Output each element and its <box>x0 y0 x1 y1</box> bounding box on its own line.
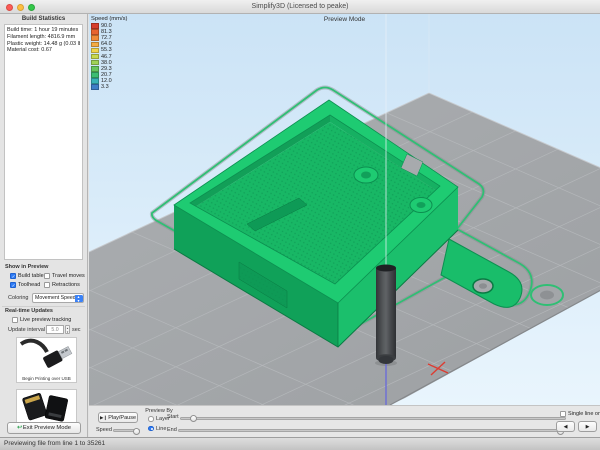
coloring-value: Movement Speed <box>35 295 76 301</box>
color-swatch <box>91 84 99 90</box>
coloring-label: Coloring <box>8 295 28 301</box>
section-divider <box>2 306 85 307</box>
color-swatch <box>91 29 99 35</box>
stat-filament-length: Filament length: 4816.9 mm <box>7 34 80 41</box>
speed-legend: Speed (mm/s) 90.0 81.3 72.7 64.0 55.3 46… <box>91 16 127 90</box>
end-slider-label: End <box>167 427 177 433</box>
coloring-dropdown[interactable]: Movement Speed ▴▾ <box>32 293 84 303</box>
color-swatch <box>91 78 99 84</box>
start-slider-knob[interactable] <box>190 415 197 422</box>
step-forward-button[interactable]: ▶ <box>578 421 597 432</box>
status-bar: Previewing file from line 1 to 35261 <box>0 437 600 450</box>
stat-plastic-weight: Plastic weight: 14.48 g (0.03 lb) <box>7 41 80 48</box>
play-pause-label: Play/Pause <box>108 415 136 421</box>
dropdown-arrows-icon: ▴▾ <box>75 295 83 303</box>
exit-arrow-icon: ↩ <box>17 425 22 431</box>
show-in-preview-title: Show in Preview <box>5 264 48 270</box>
realtime-updates-title: Real-time Updates <box>5 308 53 314</box>
build-table-checkbox[interactable] <box>10 273 16 279</box>
status-text: Previewing file from line 1 to 35261 <box>4 438 105 450</box>
exit-preview-mode-button[interactable]: ↩Exit Preview Mode <box>7 422 81 434</box>
play-pause-button[interactable]: Play/Pause <box>98 412 138 423</box>
preview-sidebar: Build Statistics Build time: 1 hour 19 m… <box>0 14 88 437</box>
layer-radio[interactable] <box>148 416 154 422</box>
preview-3d-scene[interactable] <box>89 14 600 405</box>
stepper-icon[interactable]: ▴▾ <box>65 325 70 334</box>
start-slider[interactable] <box>180 417 566 420</box>
usb-cable-image <box>17 338 76 374</box>
start-slider-label: Start <box>167 414 179 420</box>
speed-slider-label: Speed <box>96 427 112 433</box>
color-swatch <box>91 66 99 72</box>
stat-build-time: Build time: 1 hour 19 minutes <box>7 27 80 34</box>
color-swatch <box>91 48 99 54</box>
color-swatch <box>91 42 99 48</box>
window-title: Simplify3D (Licensed to peake) <box>0 0 600 14</box>
travel-moves-label: Travel moves <box>52 273 85 279</box>
toolhead-label: Toolhead <box>18 282 40 288</box>
preview-mode-label: Preview Mode <box>89 16 600 23</box>
color-swatch <box>91 35 99 41</box>
build-statistics-title: Build Statistics <box>0 16 87 22</box>
speed-slider[interactable] <box>113 429 140 432</box>
toolhead-checkbox[interactable] <box>10 282 16 288</box>
play-pause-icon <box>100 415 108 421</box>
legend-entry: 3.3 <box>91 84 127 90</box>
live-preview-label: Live preview tracking <box>20 317 71 323</box>
sd-card-image <box>17 390 76 424</box>
end-slider[interactable] <box>178 429 566 432</box>
step-back-button[interactable]: ◀ <box>556 421 575 432</box>
build-table-label: Build table <box>18 273 44 279</box>
line-radio-label: Line <box>156 426 166 432</box>
build-statistics-panel: Build time: 1 hour 19 minutes Filament l… <box>4 24 83 260</box>
line-radio[interactable] <box>148 426 154 432</box>
color-swatch <box>91 23 99 29</box>
step-back-icon: ◀ <box>564 424 568 430</box>
single-line-label: Single line only <box>568 411 600 417</box>
single-line-checkbox[interactable] <box>560 411 566 417</box>
color-swatch <box>91 54 99 60</box>
live-preview-checkbox[interactable] <box>12 317 18 323</box>
step-forward-icon: ▶ <box>586 424 590 430</box>
update-interval-field[interactable]: 5.0 <box>46 325 64 334</box>
retractions-label: Retractions <box>52 282 80 288</box>
travel-moves-checkbox[interactable] <box>44 273 50 279</box>
usb-caption: Begin Printing over USB <box>17 376 76 381</box>
legend-title: Speed (mm/s) <box>91 16 127 22</box>
preview-viewport[interactable]: Preview Mode Speed (mm/s) 90.0 81.3 72.7… <box>89 14 600 405</box>
exit-button-label: Exit Preview Mode <box>23 425 71 431</box>
speed-slider-knob[interactable] <box>133 428 140 435</box>
preview-toolbar: Play/Pause Speed Preview By Layer Line S… <box>89 405 600 437</box>
color-swatch <box>91 72 99 78</box>
window-titlebar[interactable]: Simplify3D (Licensed to peake) <box>0 0 600 14</box>
begin-printing-usb-button[interactable]: Begin Printing over USB <box>16 337 77 383</box>
color-swatch <box>91 60 99 66</box>
stat-material-cost: Material cost: 0.67 <box>7 47 80 54</box>
update-interval-unit: sec <box>72 327 81 333</box>
retractions-checkbox[interactable] <box>44 282 50 288</box>
update-interval-label: Update interval <box>8 327 45 333</box>
